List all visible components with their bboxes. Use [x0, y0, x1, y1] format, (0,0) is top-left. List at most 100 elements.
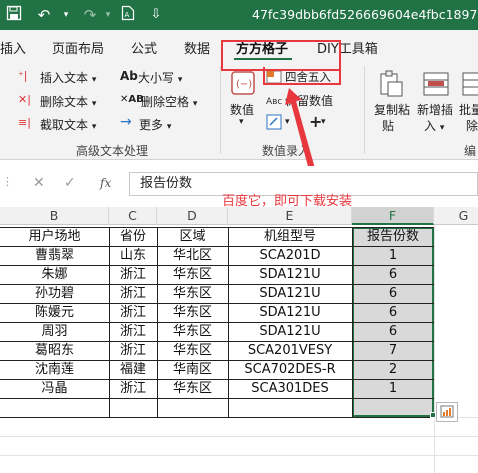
- table-cell[interactable]: 华东区: [157, 265, 228, 284]
- column-headers: B C D E F G: [0, 207, 478, 225]
- copy-paste-icon: [378, 70, 404, 101]
- undo-dropdown-icon[interactable]: ▾: [56, 5, 76, 25]
- table-header-region[interactable]: 区域: [157, 227, 228, 246]
- table-cell[interactable]: 冯晶: [0, 379, 109, 398]
- cancel-icon[interactable]: ✕: [33, 175, 45, 191]
- insert-new-button[interactable]: 新增插: [417, 101, 453, 118]
- table-cell[interactable]: SCA201VESY: [228, 341, 352, 360]
- quick-analysis-button[interactable]: [436, 402, 458, 422]
- case-button[interactable]: 大小写 ▾: [138, 69, 182, 86]
- table-cell[interactable]: SDA121U: [228, 322, 352, 341]
- table-cell[interactable]: 7: [352, 341, 434, 360]
- undo-icon[interactable]: ↶: [34, 5, 54, 25]
- table-cell[interactable]: 华东区: [157, 303, 228, 322]
- table-cell[interactable]: 6: [352, 284, 434, 303]
- numeric-icon: (−): [230, 70, 256, 99]
- table-cell[interactable]: 福建: [109, 360, 157, 379]
- table-cell[interactable]: 浙江: [109, 265, 157, 284]
- table-cell[interactable]: 浙江: [109, 284, 157, 303]
- gridline: [0, 455, 478, 456]
- column-header-f[interactable]: F: [352, 207, 434, 225]
- table-cell[interactable]: 华东区: [157, 341, 228, 360]
- table-cell[interactable]: 葛昭东: [0, 341, 109, 360]
- table-header-model[interactable]: 机组型号: [228, 227, 352, 246]
- numeric-button[interactable]: 数值: [230, 101, 254, 118]
- table-cell[interactable]: SCA201D: [228, 246, 352, 265]
- table-header-province[interactable]: 省份: [109, 227, 157, 246]
- delete-text-button[interactable]: 删除文本 ▾: [40, 93, 96, 110]
- table-cell[interactable]: 华东区: [157, 322, 228, 341]
- group-divider: [364, 66, 365, 154]
- redo-icon[interactable]: ↷: [80, 5, 100, 25]
- svg-text:(−): (−): [236, 79, 252, 90]
- table-cell[interactable]: 浙江: [109, 341, 157, 360]
- table-cell[interactable]: 华东区: [157, 284, 228, 303]
- table-cell[interactable]: 朱娜: [0, 265, 109, 284]
- remove-space-button[interactable]: 删除空格 ▾: [141, 93, 197, 110]
- table-cell[interactable]: 6: [352, 265, 434, 284]
- table-cell[interactable]: 2: [352, 360, 434, 379]
- more-arrow-icon: →: [120, 114, 132, 130]
- table-cell[interactable]: 1: [352, 379, 434, 398]
- tab-formulas[interactable]: 公式: [131, 38, 157, 57]
- table-cell[interactable]: 曹翡翠: [0, 246, 109, 265]
- table-border: [0, 417, 434, 418]
- table-cell[interactable]: 6: [352, 322, 434, 341]
- table-cell[interactable]: SCA301DES: [228, 379, 352, 398]
- table-cell[interactable]: 沈南莲: [0, 360, 109, 379]
- column-header-d[interactable]: D: [157, 207, 228, 225]
- column-header-g[interactable]: G: [434, 207, 478, 225]
- table-cell[interactable]: 陈媛元: [0, 303, 109, 322]
- batch-delete-button-line2[interactable]: 除: [466, 117, 478, 134]
- table-cell[interactable]: 山东: [109, 246, 157, 265]
- table-cell[interactable]: 华南区: [157, 360, 228, 379]
- more-button[interactable]: 更多 ▾: [139, 116, 171, 133]
- table-cell[interactable]: 周羽: [0, 322, 109, 341]
- insert-new-button-line2[interactable]: 入 ▾: [424, 117, 444, 134]
- copy-paste-button-line2[interactable]: 贴: [382, 117, 394, 134]
- table-cell[interactable]: 1: [352, 246, 434, 265]
- insert-function-icon[interactable]: fx: [100, 176, 111, 190]
- title-bar: ↶ ▾ ↷ ▾ A ⇩ 47fc39dbb6fd526669604e4fbc18…: [0, 0, 478, 30]
- column-header-c[interactable]: C: [109, 207, 157, 225]
- annotation-highlight-box-lower: [263, 67, 341, 85]
- table-cell[interactable]: 浙江: [109, 322, 157, 341]
- group-label-text-processing: 高级文本处理: [76, 144, 149, 158]
- group-divider: [220, 66, 221, 154]
- table-cell[interactable]: SDA121U: [228, 284, 352, 303]
- table-cell[interactable]: 孙功碧: [0, 284, 109, 303]
- batch-delete-icon: [462, 70, 478, 101]
- group-label-partial: 编: [464, 144, 477, 158]
- table-cell[interactable]: 华北区: [157, 246, 228, 265]
- table-header-user-site[interactable]: 用户场地: [0, 227, 109, 246]
- copy-paste-button[interactable]: 复制粘: [374, 101, 410, 118]
- column-header-b[interactable]: B: [0, 207, 109, 225]
- more-commands-icon[interactable]: ⇩: [146, 5, 166, 25]
- numeric-dropdown-icon[interactable]: ▾: [239, 117, 244, 127]
- confirm-icon[interactable]: ✓: [64, 175, 76, 191]
- tab-insert[interactable]: 插入: [0, 38, 26, 57]
- new-file-icon[interactable]: A: [118, 5, 138, 25]
- case-icon: Ab: [120, 69, 138, 83]
- tab-data[interactable]: 数据: [184, 38, 210, 57]
- table-border: [0, 398, 434, 399]
- file-name: 47fc39dbb6fd526669604e4fbc18972bd: [252, 7, 478, 22]
- table-cell[interactable]: 6: [352, 303, 434, 322]
- tab-page-layout[interactable]: 页面布局: [52, 38, 104, 57]
- batch-delete-button[interactable]: 批量: [459, 101, 478, 118]
- table-cell[interactable]: SDA121U: [228, 303, 352, 322]
- quick-analysis-icon: [440, 405, 454, 418]
- svg-text:A: A: [125, 11, 130, 19]
- table-cell[interactable]: 华东区: [157, 379, 228, 398]
- table-cell[interactable]: 浙江: [109, 303, 157, 322]
- insert-text-button[interactable]: 插入文本 ▾: [40, 69, 96, 86]
- redo-dropdown-icon[interactable]: ▾: [98, 5, 118, 25]
- column-header-e[interactable]: E: [228, 207, 352, 225]
- extract-text-button[interactable]: 截取文本 ▾: [40, 116, 96, 133]
- table-cell[interactable]: SCA702DES-R: [228, 360, 352, 379]
- save-icon[interactable]: [4, 5, 24, 25]
- table-header-report-count[interactable]: 报告份数: [352, 227, 434, 246]
- spreadsheet-grid[interactable]: B C D E F G 用户场地 省份 区域 机组型号 报告份数 曹翡翠 山东 …: [0, 207, 478, 473]
- table-cell[interactable]: SDA121U: [228, 265, 352, 284]
- table-cell[interactable]: 浙江: [109, 379, 157, 398]
